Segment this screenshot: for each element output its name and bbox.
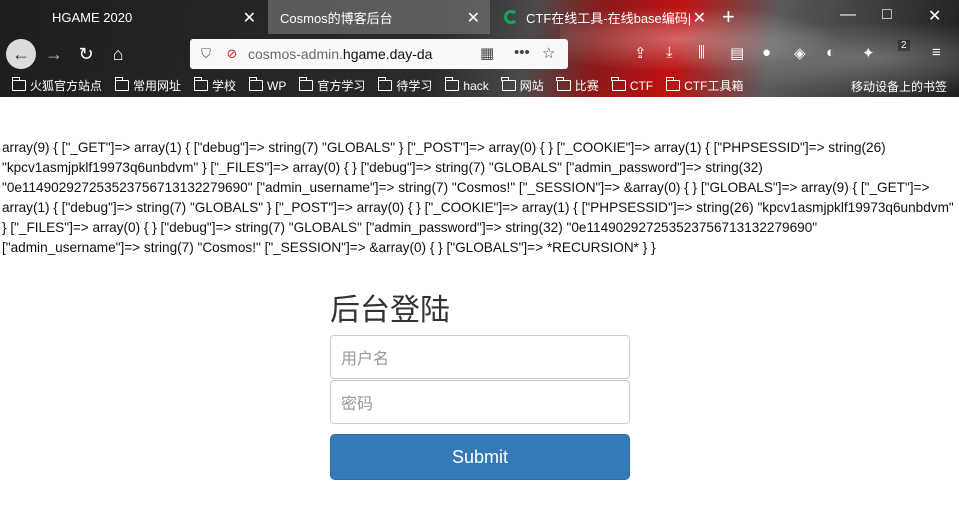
close-tab-icon[interactable]: ✕ — [693, 8, 706, 28]
bookmark-folder[interactable]: WP — [248, 77, 286, 93]
folder-icon — [444, 77, 460, 91]
reader-sidebar-icon[interactable]: ▤ — [730, 44, 744, 62]
close-tab-icon[interactable]: ✕ — [467, 8, 480, 28]
tab-label: CTF在线工具-在线base编码|在线 — [526, 10, 691, 26]
folder-icon — [298, 77, 314, 91]
extension-icon[interactable]: ● — [762, 44, 771, 61]
folder-icon — [665, 77, 681, 91]
tab-label: Cosmos的博客后台 — [280, 10, 393, 26]
back-arrow-icon[interactable]: ← — [6, 39, 36, 69]
close-window-icon[interactable]: ✕ — [928, 6, 941, 26]
bookmark-folder[interactable]: 网站 — [501, 77, 544, 94]
bookmark-folder[interactable]: CTF — [611, 77, 653, 93]
library-icon[interactable]: ⫼ — [698, 44, 705, 61]
page-actions-icon[interactable]: ••• — [514, 44, 530, 61]
bookmark-folder[interactable]: 学校 — [193, 77, 236, 94]
login-title: 后台登陆 — [330, 294, 450, 327]
folder-icon — [377, 77, 393, 91]
nav-bar: ← → ↻ ⌂ ⛉ ⊘ cosmos-admin.hgame.day-da ▦ … — [0, 34, 959, 74]
download-icon[interactable]: ⤓ — [666, 44, 673, 61]
username-placeholder: 用户名 — [341, 351, 390, 368]
bookmark-star-icon[interactable]: ☆ — [542, 44, 555, 62]
folder-icon — [501, 77, 516, 91]
tab-ctf-tools[interactable]: CTF在线工具-在线base编码|在线 ✕ — [492, 0, 716, 34]
close-tab-icon[interactable]: ✕ — [243, 8, 256, 28]
bookmarks-toolbar: 火狐官方站点 常用网址 学校 WP 官方学习 待学习 hack 网站 比赛 CT… — [0, 74, 959, 97]
extension-icon[interactable]: ◐ — [826, 44, 835, 61]
url-text[interactable]: cosmos-admin.hgame.day-da — [248, 46, 473, 62]
username-input[interactable]: 用户名 — [330, 335, 630, 379]
tab-cosmos-admin[interactable]: Cosmos的博客后台 ✕ — [268, 0, 490, 34]
bookmark-mobile[interactable]: 移动设备上的书签 — [851, 78, 947, 95]
bookmark-folder[interactable]: 常用网址 — [114, 77, 181, 94]
folder-icon — [193, 77, 209, 91]
menu-icon[interactable]: ≡ — [932, 44, 941, 61]
password-input[interactable]: 密码 — [330, 380, 630, 424]
folder-icon — [556, 77, 571, 91]
new-tab-icon[interactable]: + — [722, 4, 735, 30]
bookmark-folder[interactable]: hack — [444, 77, 489, 93]
page-content: array(9) { ["_GET"]=> array(1) { ["debug… — [0, 97, 959, 515]
extension-icon[interactable]: ✦ — [862, 44, 875, 62]
bookmark-firefox[interactable]: 火狐官方站点 — [11, 77, 102, 94]
login-form: 后台登陆 用户名 密码 Submit — [330, 289, 630, 480]
password-placeholder: 密码 — [341, 396, 374, 413]
minimize-icon[interactable]: — — [840, 6, 856, 24]
pocket-icon[interactable]: ⇪ — [634, 44, 647, 62]
browser-chrome: HGAME 2020 ✕ Cosmos的博客后台 ✕ CTF在线工具-在线bas… — [0, 0, 959, 97]
maximize-icon[interactable]: □ — [882, 6, 892, 24]
reload-icon[interactable]: ↻ — [72, 40, 100, 68]
folder-icon — [114, 77, 130, 91]
tab-label: HGAME 2020 — [52, 9, 133, 25]
folder-icon — [248, 77, 264, 91]
bookmark-folder[interactable]: 官方学习 — [298, 77, 365, 94]
bookmark-folder[interactable]: CTF工具箱 — [665, 77, 743, 94]
folder-icon — [11, 77, 26, 91]
notification-badge[interactable]: 2 — [898, 40, 910, 51]
insecure-lock-icon[interactable]: ⊘ — [222, 46, 242, 62]
submit-button[interactable]: Submit — [330, 434, 630, 480]
home-icon[interactable]: ⌂ — [104, 40, 132, 68]
tab-bar: HGAME 2020 ✕ Cosmos的博客后台 ✕ CTF在线工具-在线bas… — [0, 0, 959, 34]
debug-dump-text: array(9) { ["_GET"]=> array(1) { ["debug… — [2, 140, 954, 255]
bookmark-folder[interactable]: 待学习 — [377, 77, 432, 94]
address-bar[interactable]: ⛉ ⊘ cosmos-admin.hgame.day-da ▦ ••• ☆ — [190, 39, 568, 69]
forward-arrow-icon[interactable]: → — [40, 40, 68, 68]
extension-icon[interactable]: ◈ — [794, 44, 806, 62]
tab-hgame[interactable]: HGAME 2020 ✕ — [40, 0, 266, 34]
folder-icon — [611, 77, 626, 91]
qr-code-icon[interactable]: ▦ — [480, 44, 494, 62]
bookmark-folder[interactable]: 比赛 — [556, 77, 599, 94]
shield-icon[interactable]: ⛉ — [196, 46, 216, 62]
site-favicon-icon — [504, 10, 518, 24]
